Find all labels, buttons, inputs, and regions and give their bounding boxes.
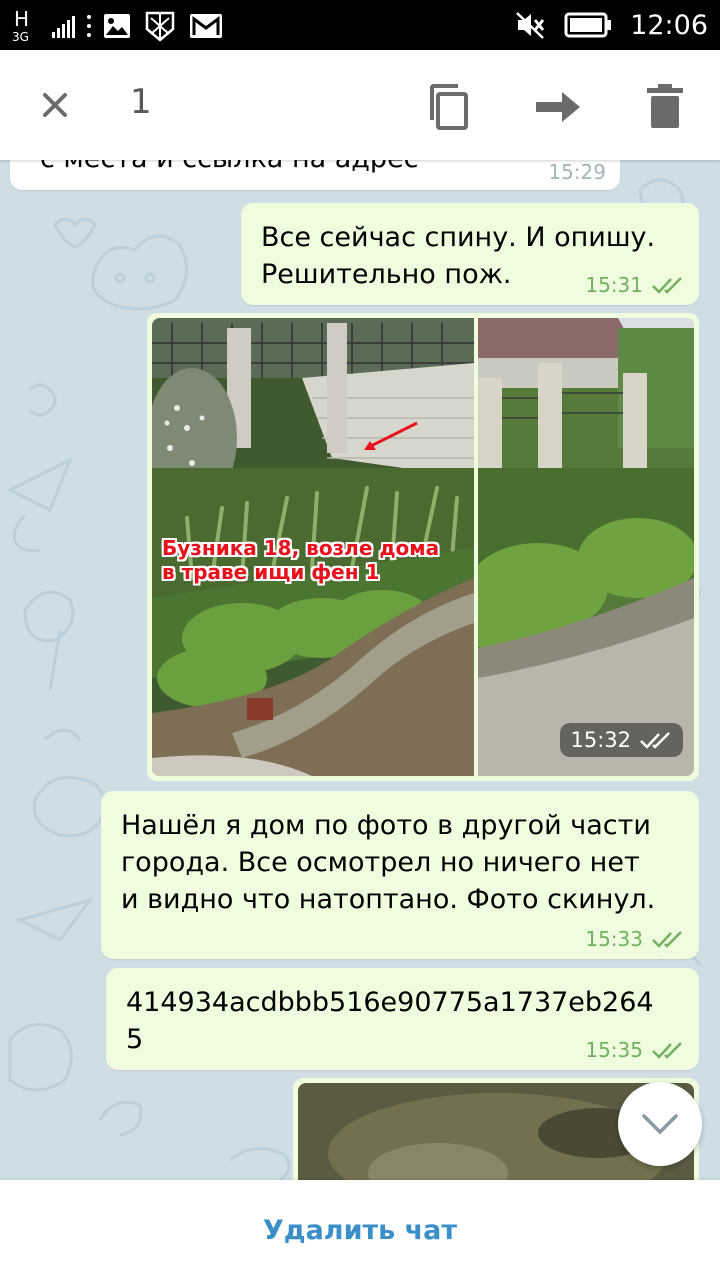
message-time: 15:29	[548, 160, 606, 184]
message-text: с места и ссылка на адрес	[10, 160, 620, 177]
message-text-line: и видно что натоптано. Фото скинул.	[121, 884, 656, 915]
photo-time-badge: 15:32	[560, 723, 683, 757]
selection-action-bar: 1	[0, 50, 720, 160]
scroll-to-bottom-button[interactable]	[618, 1082, 702, 1166]
message-bubble-outgoing[interactable]: Нашёл я дом по фото в другой части город…	[101, 791, 699, 959]
photo-caption-line: Бузника 18, возле дома	[162, 536, 440, 560]
network-indicator: H 3G	[10, 8, 40, 44]
gallery-icon	[104, 14, 130, 38]
status-bar-right: 12:06	[514, 0, 708, 50]
status-bar-left: H 3G	[10, 6, 223, 46]
photo-thumbnail[interactable]	[478, 318, 694, 776]
message-bubble-outgoing[interactable]: Все сейчас спину. И опишу. Решительно по…	[241, 203, 699, 305]
photo-thumbnail[interactable]: Бузника 18, возле дома в траве ищи фен 1	[152, 318, 474, 776]
message-meta: 15:29	[548, 160, 606, 184]
battery-icon	[564, 12, 612, 38]
message-text-line: города. Все осмотрел но ничего нет	[121, 847, 640, 878]
read-check-icon	[652, 277, 682, 294]
message-time: 15:35	[585, 1038, 643, 1062]
message-meta: 15:31	[585, 273, 685, 297]
status-time: 12:06	[630, 9, 708, 41]
message-text: Нашёл я дом по фото в другой части город…	[101, 791, 699, 918]
app-shield-icon	[145, 11, 175, 42]
close-icon[interactable]	[28, 78, 82, 132]
message-text-line: 414934acdbbb516e90775a1737eb264	[126, 987, 654, 1018]
forward-icon[interactable]	[528, 78, 586, 136]
message-text-line: Нашёл я дом по фото в другой части	[121, 810, 651, 841]
network-gen: 3G	[12, 30, 29, 44]
message-meta: 15:35	[585, 1038, 685, 1062]
copy-icon[interactable]	[420, 78, 478, 136]
status-bar: H 3G 12:06	[0, 0, 720, 50]
read-check-icon	[652, 931, 682, 948]
network-type-letter: H	[14, 7, 30, 31]
delete-icon[interactable]	[636, 78, 694, 136]
photo-caption: Бузника 18, возле дома в траве ищи фен 1	[162, 536, 439, 584]
message-text-line: Все сейчас спину. И опишу.	[261, 222, 656, 253]
message-time: 15:33	[585, 927, 643, 951]
more-status-icon	[87, 15, 91, 37]
delete-chat-button[interactable]: Удалить чат	[243, 1205, 477, 1256]
read-check-icon	[640, 732, 670, 749]
message-time: 15:32	[570, 728, 631, 752]
photo-caption-line: в траве ищи фен 1	[162, 560, 380, 584]
gmail-icon	[190, 14, 222, 38]
selected-count: 1	[130, 82, 152, 122]
mute-icon	[516, 12, 545, 39]
bottom-bar: Удалить чат	[0, 1180, 720, 1280]
signal-icon	[52, 14, 75, 38]
message-meta: 15:33	[585, 927, 685, 951]
message-photo-album[interactable]: Бузника 18, возле дома в траве ищи фен 1	[147, 313, 699, 781]
read-check-icon	[652, 1042, 682, 1059]
message-bubble-outgoing[interactable]: 414934acdbbb516e90775a1737eb264 5 15:35	[106, 968, 699, 1070]
chevron-down-icon	[642, 1114, 678, 1135]
message-bubble-incoming[interactable]: с места и ссылка на адрес 15:29	[10, 160, 620, 190]
chat-message-list[interactable]: с места и ссылка на адрес 15:29 Все сейч…	[0, 160, 720, 1180]
message-time: 15:31	[585, 273, 643, 297]
garden-photo-image	[478, 318, 694, 776]
